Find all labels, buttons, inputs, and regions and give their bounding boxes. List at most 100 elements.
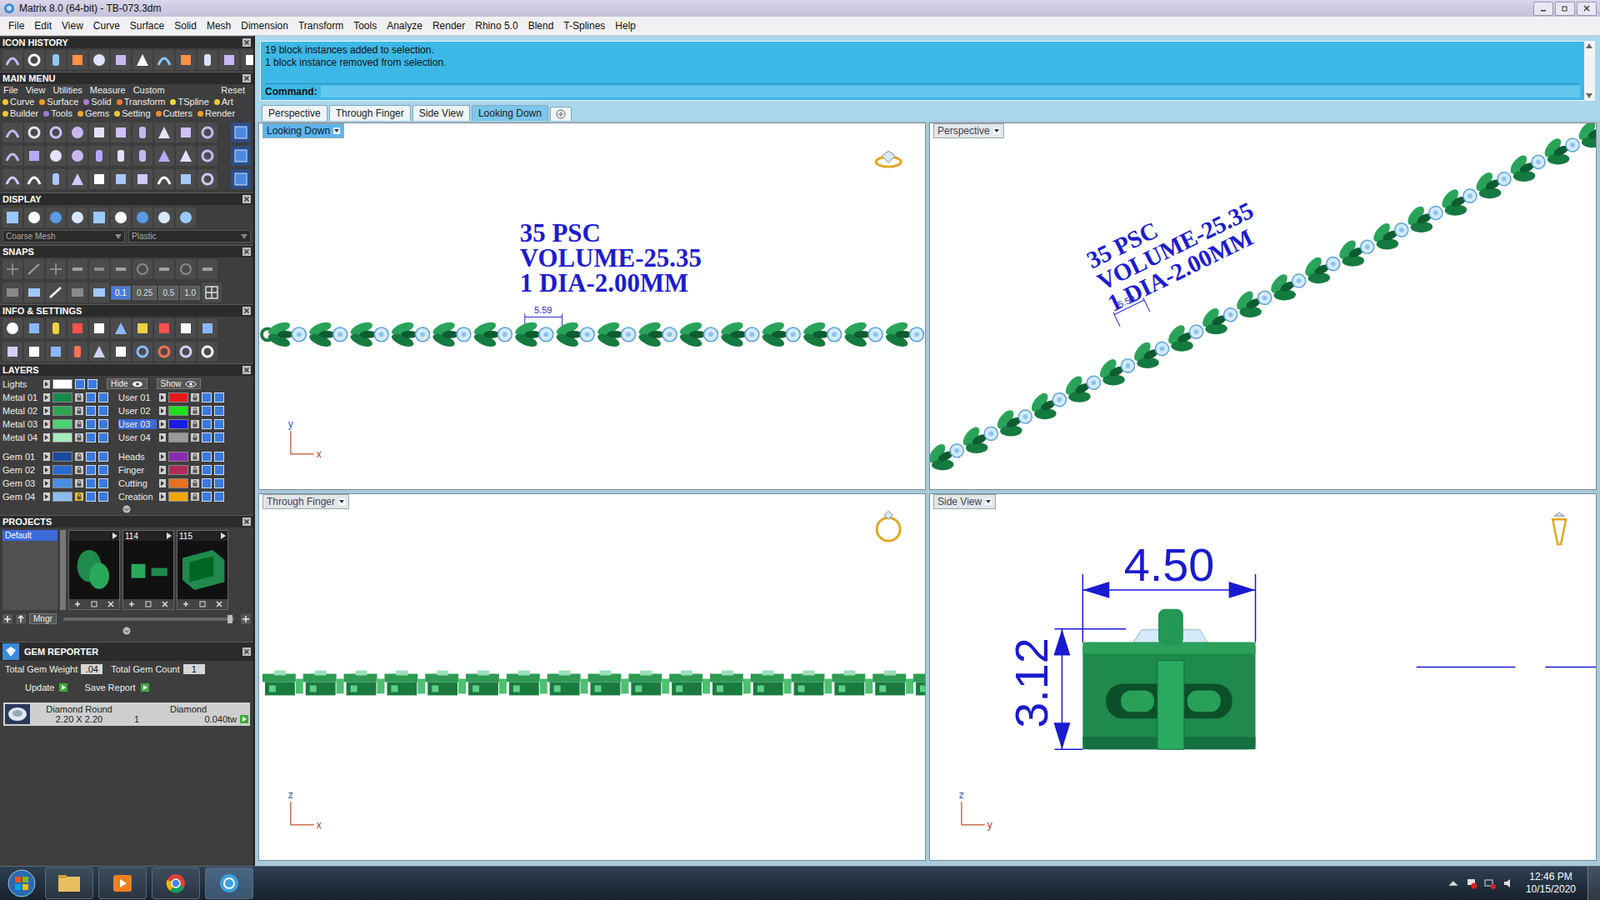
tool-button[interactable] [2,50,23,70]
expand-icon[interactable] [43,420,50,429]
panel-header[interactable]: LAYERS [0,363,254,376]
close-icon[interactable] [242,74,251,83]
layer-toggle[interactable] [201,465,212,475]
lock-icon[interactable] [190,420,200,429]
add-icon[interactable] [240,614,251,625]
tool-button[interactable] [154,50,175,70]
panel-header[interactable]: PROJECTS [0,515,254,528]
tool-button[interactable] [197,122,218,143]
chain-link[interactable] [1264,263,1313,310]
menu-item[interactable]: Rhino 5.0 [470,18,523,34]
layer-color[interactable] [52,432,73,443]
tool-button[interactable] [67,122,88,143]
layer-row[interactable]: Metal 02 [2,404,109,418]
lock-icon[interactable] [75,492,84,501]
layer-toggle[interactable] [201,432,212,443]
show-desktop-button[interactable] [1587,866,1600,900]
project-thumbnail[interactable] [68,530,120,610]
layer-row[interactable]: Finger [118,463,225,477]
network-icon[interactable] [1484,877,1496,890]
category-item[interactable]: Setting [114,108,150,119]
lock-icon[interactable] [190,479,200,488]
layer-toggle[interactable] [201,491,212,502]
snap-step-button[interactable]: 0.25 [132,285,157,300]
menu-item[interactable]: Dimension [235,18,294,34]
tool-button[interactable] [2,207,23,228]
tool-button[interactable] [45,145,66,166]
chain-link[interactable] [266,320,307,350]
delete-icon[interactable] [160,600,170,609]
layer-row[interactable]: Metal 01 [2,390,109,405]
chain-link[interactable] [628,670,670,696]
panel-header[interactable]: ICON HISTORY [0,35,254,49]
chain-link[interactable] [1230,280,1279,327]
manager-button[interactable]: Mngr [29,613,57,625]
menu-item[interactable]: Blend [523,18,560,34]
viewport-canvas[interactable]: 35 PSCVOLUME-25.351 DIA-2.00MM5.59 [930,123,1596,490]
main-menu-item[interactable]: Measure [90,85,126,95]
tool-button[interactable] [175,318,196,339]
chain-link[interactable] [547,670,589,696]
close-icon[interactable] [242,195,251,204]
save-icon[interactable] [198,600,207,609]
tool-button[interactable] [154,122,175,143]
tool-button[interactable] [45,341,66,362]
tool-button[interactable] [45,122,66,143]
chain-link[interactable] [344,670,385,696]
collapse-handle[interactable] [0,503,254,515]
viewport-canvas[interactable]: 35 PSCVOLUME-25.351 DIA-2.00MM5.59yx [259,123,925,490]
layer-row[interactable]: Gem 01 [2,450,109,464]
viewport-label[interactable]: Through Finger [262,494,350,510]
expand-icon[interactable] [159,393,166,402]
reset-button[interactable]: Reset [220,85,250,95]
taskbar-app[interactable] [45,867,94,900]
chain-link[interactable] [843,320,884,350]
snap-button[interactable] [2,259,23,280]
expand-icon[interactable] [159,406,166,415]
layer-toggle[interactable] [85,465,96,475]
save-icon[interactable] [90,600,99,609]
layer-toggle[interactable] [214,465,225,475]
layer-toggle[interactable] [201,478,212,489]
expand-icon[interactable] [43,492,50,501]
snap-step-button[interactable]: 0.5 [158,285,179,300]
tool-button[interactable] [132,341,153,362]
tool-button[interactable] [67,318,88,339]
chain-link[interactable] [465,670,507,696]
snap-button[interactable] [45,259,66,280]
menu-item[interactable]: Tools [348,18,382,34]
tool-button[interactable] [24,145,45,166]
menu-item[interactable]: Solid [169,18,202,34]
view-cube-icon[interactable] [1552,512,1566,545]
tool-button[interactable] [2,341,23,362]
layer-toggle[interactable] [85,432,96,443]
add-project-icon[interactable] [2,614,13,625]
tool-button[interactable] [132,50,153,70]
layer-toggle[interactable] [85,491,96,502]
layer-row[interactable]: User 02 [118,404,225,418]
lock-icon[interactable] [75,406,84,415]
tool-button[interactable] [230,169,251,190]
chain-link[interactable] [831,670,873,696]
menu-item[interactable]: Curve [88,18,125,34]
snap-button[interactable] [175,259,196,280]
chain-link[interactable] [425,670,466,696]
layer-toggle[interactable] [98,405,109,416]
viewport[interactable]: 35 PSCVOLUME-25.351 DIA-2.00MM5.59yxLook… [258,122,926,490]
layer-row[interactable]: Gem 03 [2,476,109,490]
layer-toggle[interactable] [214,478,225,489]
play-icon[interactable] [166,532,172,540]
expand-icon[interactable] [43,393,50,402]
chain-link[interactable] [472,320,513,350]
material-dropdown[interactable]: Plastic [128,230,251,243]
chain-link[interactable] [801,320,842,350]
chain-link[interactable] [1126,331,1175,378]
viewport-tab[interactable]: Through Finger [329,105,411,121]
layer-row[interactable]: Gem 04 [2,490,109,504]
chain-link[interactable] [1469,161,1518,208]
thumbnail-size-slider[interactable] [63,617,235,621]
play-icon[interactable] [112,532,118,540]
snap-button[interactable] [197,259,218,280]
tool-button[interactable] [197,145,218,166]
lock-icon[interactable] [75,393,84,402]
